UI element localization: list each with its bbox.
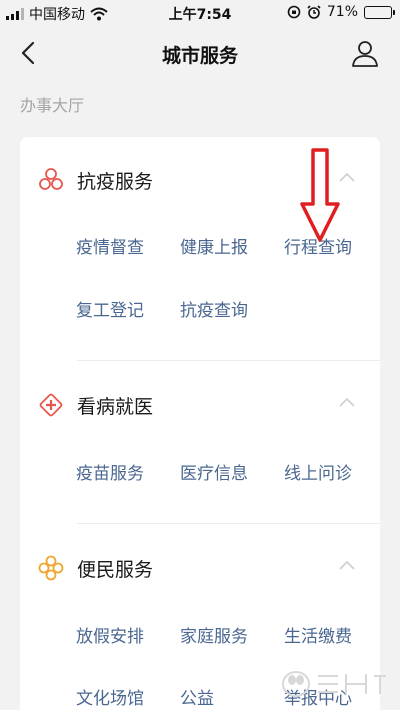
service-item[interactable]: 疫苗服务 <box>76 459 144 484</box>
service-item[interactable]: 线上问诊 <box>284 459 352 484</box>
status-bar: 中国移动 上午7:54 71% <box>0 0 400 26</box>
service-item[interactable]: 抗疫查询 <box>180 296 248 321</box>
service-item[interactable]: 家庭服务 <box>180 622 248 647</box>
service-item[interactable]: 放假安排 <box>76 622 144 647</box>
battery-icon <box>364 5 395 19</box>
divider <box>77 523 380 524</box>
annotation-arrow-icon <box>300 148 340 242</box>
service-item[interactable]: 医疗信息 <box>180 459 248 484</box>
section-label: 办事大厅 <box>20 96 85 115</box>
chevron-up-icon[interactable] <box>338 559 356 571</box>
group-header-medical[interactable]: 看病就医 <box>20 384 380 424</box>
service-item[interactable]: 疫情督查 <box>76 233 144 258</box>
service-item[interactable]: 文化场馆 <box>76 684 144 709</box>
divider <box>77 360 380 361</box>
service-item[interactable]: 公益 <box>180 684 214 709</box>
group-header-convenience[interactable]: 便民服务 <box>20 547 380 587</box>
watermark-logo-icon <box>282 671 386 697</box>
orientation-lock-icon <box>287 5 301 19</box>
service-item[interactable]: 生活缴费 <box>284 622 352 647</box>
group-title: 便民服务 <box>77 559 154 581</box>
pandemic-service-icon <box>39 168 63 190</box>
group-title: 看病就医 <box>77 396 154 418</box>
chevron-up-icon[interactable] <box>338 396 356 408</box>
medical-cross-icon <box>39 393 63 417</box>
alarm-icon <box>307 5 321 19</box>
navigation-bar: 城市服务 <box>0 26 400 80</box>
service-item[interactable]: 健康上报 <box>180 233 248 258</box>
page-title: 城市服务 <box>161 45 238 67</box>
status-right: 71% <box>287 4 395 20</box>
battery-percent: 71% <box>326 4 358 20</box>
user-profile-icon[interactable] <box>350 38 380 68</box>
convenience-service-icon <box>38 555 64 581</box>
group-title: 抗疫服务 <box>77 171 154 193</box>
service-item[interactable]: 复工登记 <box>76 296 144 321</box>
